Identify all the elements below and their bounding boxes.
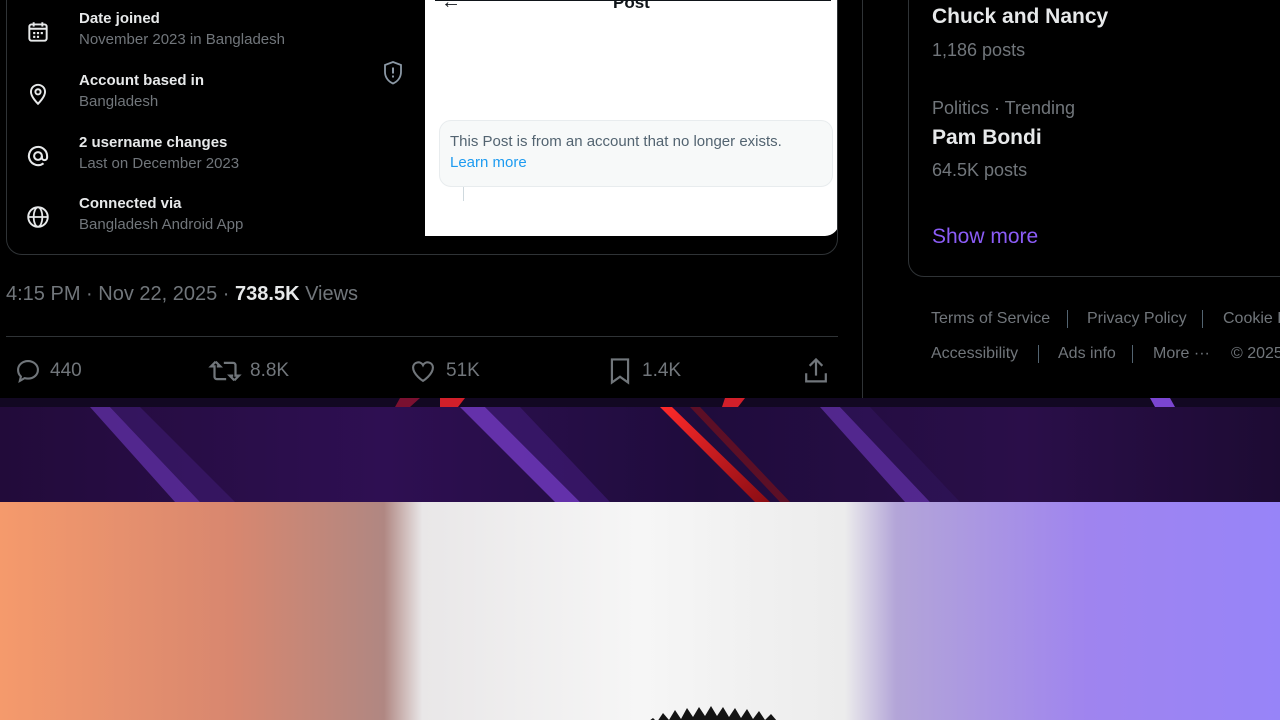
account-based-value: Bangladesh xyxy=(79,93,159,110)
trend-pam-bondi[interactable]: Pam Bondi xyxy=(932,126,1042,150)
footer-separator xyxy=(1038,345,1039,363)
repost-icon xyxy=(208,360,242,382)
footer-separator xyxy=(1202,310,1203,328)
share-icon xyxy=(805,357,827,383)
trend-post-count: 1,186 posts xyxy=(932,40,1026,60)
repost-count: 8.8K xyxy=(250,360,290,381)
reply-icon xyxy=(17,360,39,384)
show-more-link[interactable]: Show more xyxy=(932,225,1038,249)
footer-privacy-link[interactable]: Privacy Policy xyxy=(1087,310,1187,328)
username-changes-label: 2 username changes xyxy=(79,134,228,151)
trend-category: Politics · Trending xyxy=(932,98,1076,118)
thread-line xyxy=(463,187,464,201)
bookmark-count: 1.4K xyxy=(642,360,682,381)
actions-divider xyxy=(6,336,838,337)
repost-button[interactable]: 8.8K xyxy=(208,356,289,386)
reply-button[interactable]: 440 xyxy=(14,356,82,386)
deleted-account-notice: This Post is from an account that no lon… xyxy=(439,120,833,187)
footer-copyright: © 2025 xyxy=(1231,345,1280,362)
account-based-row: Account based in Bangladesh xyxy=(21,72,421,124)
date-joined-row: Date joined November 2023 in Bangladesh xyxy=(21,10,421,62)
views-label: Views xyxy=(299,283,359,305)
embedded-post-title: Post xyxy=(613,0,650,12)
embedded-post-screenshot: ← Post ··· This Post is from an account … xyxy=(425,0,837,236)
footer-more-link[interactable]: More ··· xyxy=(1153,345,1210,363)
footer-separator xyxy=(1132,345,1133,363)
about-account-card: Date joined November 2023 in Bangladesh … xyxy=(6,0,838,255)
calendar-icon xyxy=(28,22,48,42)
share-button[interactable] xyxy=(802,356,830,386)
post-timestamp: 4:15 PM · Nov 22, 2025 · 738.5K Views xyxy=(6,283,358,306)
connected-via-value: Bangladesh Android App xyxy=(79,216,244,233)
bookmark-button[interactable]: 1.4K xyxy=(606,356,681,386)
account-based-label: Account based in xyxy=(79,72,205,89)
footer-cookie-link[interactable]: Cookie Policy xyxy=(1223,310,1280,328)
x-post-region: Date joined November 2023 in Bangladesh … xyxy=(0,0,1280,398)
video-backdrop xyxy=(0,502,1280,720)
globe-icon xyxy=(27,206,49,228)
connected-via-label: Connected via xyxy=(79,195,182,212)
reply-count: 440 xyxy=(50,360,82,381)
bookmark-icon xyxy=(610,358,630,385)
username-changes-value: Last on December 2023 xyxy=(79,155,240,172)
like-count: 51K xyxy=(446,360,480,381)
banner-stripes-graphic xyxy=(0,398,1280,502)
date-joined-value: November 2023 in Bangladesh xyxy=(79,31,285,48)
more-options-icon: ··· xyxy=(803,0,822,6)
back-arrow-icon: ← xyxy=(441,0,461,13)
like-button[interactable]: 51K xyxy=(408,356,480,386)
date-joined-label: Date joined xyxy=(79,10,160,27)
location-pin-icon xyxy=(29,83,47,106)
presenter-hair-graphic xyxy=(650,706,777,720)
deleted-notice-text: This Post is from an account that no lon… xyxy=(450,133,782,150)
username-changes-row: 2 username changes Last on December 2023 xyxy=(21,134,421,186)
column-separator xyxy=(862,0,863,398)
footer-separator xyxy=(1067,310,1068,328)
connected-via-row: Connected via Bangladesh Android App xyxy=(21,195,421,247)
views-count[interactable]: 738.5K xyxy=(235,283,300,305)
footer-accessibility-link[interactable]: Accessibility xyxy=(931,345,1018,363)
footer-terms-link[interactable]: Terms of Service xyxy=(931,310,1050,328)
heart-icon xyxy=(412,361,434,383)
learn-more-link[interactable]: Learn more xyxy=(450,154,527,171)
footer-ads-info-link[interactable]: Ads info xyxy=(1058,345,1116,363)
at-sign-icon xyxy=(27,145,49,167)
trend-chuck-and-nancy[interactable]: Chuck and Nancy xyxy=(932,5,1108,29)
decorative-banner xyxy=(0,398,1280,502)
trend-post-count: 64.5K posts xyxy=(932,160,1028,180)
timestamp-text: 4:15 PM · Nov 22, 2025 · xyxy=(6,283,236,305)
shield-icon[interactable] xyxy=(381,60,405,86)
